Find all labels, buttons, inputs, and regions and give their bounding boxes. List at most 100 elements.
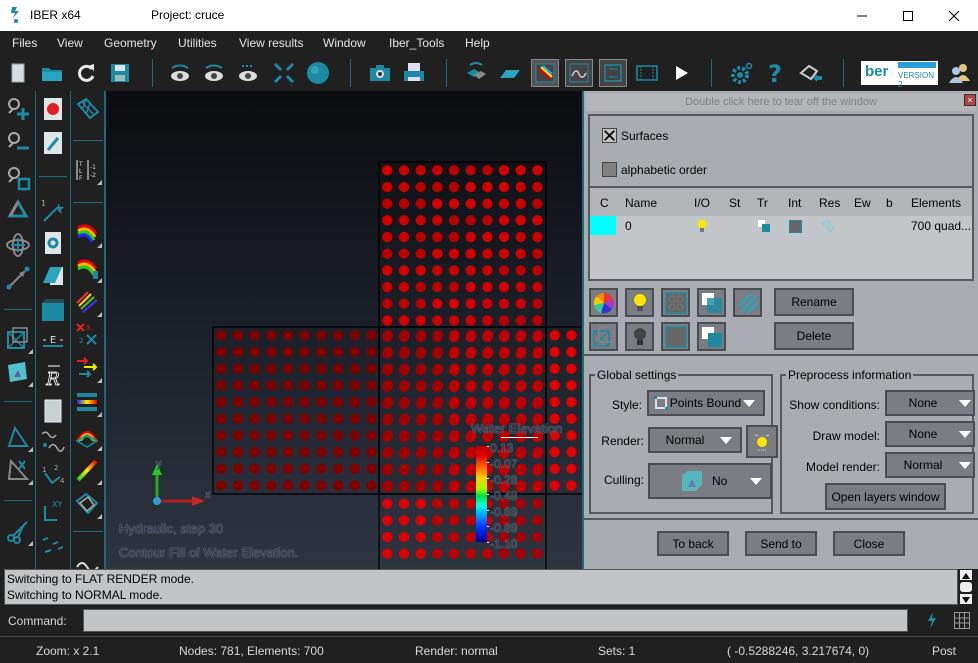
surface-button[interactable]	[38, 261, 68, 291]
unfrozen-button[interactable]	[661, 322, 690, 351]
menu-files[interactable]: Files	[12, 36, 37, 50]
solid-render-button[interactable]	[3, 357, 33, 387]
users-button[interactable]	[945, 59, 973, 87]
panel-close-button[interactable]: ×	[964, 94, 976, 106]
import-button[interactable]	[797, 59, 825, 87]
triangle-button[interactable]	[3, 422, 33, 452]
menu-geometry[interactable]: Geometry	[104, 36, 157, 50]
graph-button[interactable]	[565, 59, 593, 87]
graph-line-button[interactable]	[38, 426, 68, 456]
layer-off-button[interactable]	[625, 322, 654, 351]
menu-utilities[interactable]: Utilities	[178, 36, 217, 50]
close-button[interactable]	[931, 0, 977, 31]
close-panel-button[interactable]: Close	[833, 531, 905, 556]
numbering-button[interactable]: 124	[38, 461, 68, 491]
transparent-button[interactable]	[697, 288, 726, 317]
color-scale-button[interactable]	[72, 455, 102, 485]
table-row[interactable]: 0 700 quad...	[590, 216, 972, 236]
open-layers-window-button[interactable]: Open layers window	[825, 483, 946, 510]
frame-button[interactable]	[599, 59, 627, 87]
cut-button[interactable]	[3, 516, 33, 546]
delete-button[interactable]: Delete	[774, 322, 854, 350]
zoom-in-button[interactable]	[3, 94, 33, 124]
menu-help[interactable]: Help	[465, 36, 490, 50]
maximize-button[interactable]	[885, 0, 931, 31]
volume-button[interactable]	[38, 295, 68, 325]
document-settings-button[interactable]	[38, 228, 68, 258]
contour-bands-button[interactable]	[72, 287, 102, 317]
zoom-window-button[interactable]	[3, 163, 33, 193]
min-max-button[interactable]: 32	[72, 319, 102, 349]
open-button[interactable]	[38, 59, 66, 87]
wireframe-layer-button[interactable]	[589, 322, 618, 351]
render-select[interactable]: Normal	[648, 427, 742, 453]
report-button[interactable]	[38, 396, 68, 426]
rotate-right-button[interactable]	[200, 59, 228, 87]
hatch-button[interactable]	[733, 288, 762, 317]
layer-on-button[interactable]	[625, 288, 654, 317]
command-input[interactable]	[83, 609, 908, 632]
surfaces-checkbox[interactable]	[602, 128, 617, 143]
output-scrollbar[interactable]	[958, 569, 974, 605]
opaque-button[interactable]	[697, 322, 726, 351]
col-ew[interactable]: Ew	[854, 196, 871, 210]
lightning-icon[interactable]	[925, 612, 939, 629]
view-rotate-button[interactable]	[234, 59, 262, 87]
help-button[interactable]: ?	[761, 59, 789, 87]
record-button[interactable]	[38, 94, 68, 124]
menu-view[interactable]: View	[57, 36, 83, 50]
graphics-viewport[interactable]: y x Hydraulic, step 30 Contour Fill of W…	[105, 91, 582, 569]
animation-button[interactable]	[633, 59, 661, 87]
col-res[interactable]: Res	[819, 196, 840, 210]
deformed-mesh-button[interactable]	[72, 489, 102, 519]
coordinates-button[interactable]: XY	[38, 496, 68, 526]
col-st[interactable]: St	[729, 196, 740, 210]
dimension-button[interactable]: E	[38, 327, 68, 357]
col-b[interactable]: b	[886, 196, 893, 210]
display-vectors-button[interactable]	[72, 353, 102, 383]
iso-surface-button[interactable]	[72, 421, 102, 451]
lightbulb-on-icon[interactable]	[696, 218, 708, 234]
grid-icon[interactable]	[954, 612, 970, 629]
play-button[interactable]	[667, 59, 695, 87]
menu-iber-tools[interactable]: Iber_Tools	[389, 36, 444, 50]
zoom-out-button[interactable]	[3, 128, 33, 158]
edit-document-button[interactable]	[38, 128, 68, 158]
menu-view-results[interactable]: View results	[239, 36, 303, 50]
show-conditions-select[interactable]: None	[885, 390, 975, 416]
contour-fill-button[interactable]	[531, 59, 559, 87]
render-sphere-button[interactable]	[304, 59, 332, 87]
vectors-button[interactable]	[38, 530, 68, 560]
alphabetic-order-checkbox[interactable]	[602, 162, 617, 177]
contour-lines-button[interactable]	[72, 253, 102, 283]
magic-wand-button[interactable]: 1	[38, 195, 68, 225]
transform-button[interactable]	[462, 59, 490, 87]
mesh-button[interactable]	[72, 94, 102, 124]
rotate-button[interactable]	[3, 230, 33, 260]
scroll-thumb[interactable]	[960, 582, 972, 592]
col-int[interactable]: Int	[788, 196, 801, 210]
contour-fill-tool-button[interactable]	[72, 218, 102, 248]
stream-lines-button[interactable]	[72, 387, 102, 417]
color-button[interactable]	[589, 288, 618, 317]
col-elements[interactable]: Elements	[911, 196, 961, 210]
col-c[interactable]: C	[600, 196, 609, 210]
to-back-button[interactable]: To back	[657, 531, 729, 556]
new-button[interactable]	[4, 59, 32, 87]
tear-off-bar[interactable]: Double click here to tear off the window	[586, 93, 976, 111]
rename-button[interactable]: Rename	[774, 288, 854, 316]
menu-window[interactable]: Window	[323, 36, 366, 50]
settings-button[interactable]	[727, 59, 755, 87]
scroll-down-button[interactable]	[960, 594, 972, 604]
send-to-button[interactable]: Send to	[745, 531, 817, 556]
wireframe-button[interactable]	[3, 324, 33, 354]
screenshot-button[interactable]	[366, 59, 394, 87]
save-button[interactable]	[106, 59, 134, 87]
style-select[interactable]: Points Bound	[647, 390, 765, 416]
pan-button[interactable]	[3, 263, 33, 293]
lighting-button[interactable]	[746, 425, 778, 458]
redraw-button[interactable]	[3, 197, 33, 227]
text-style-button[interactable]: R	[38, 361, 68, 391]
results-icon[interactable]	[821, 219, 835, 233]
culling-select[interactable]: No	[648, 463, 772, 499]
